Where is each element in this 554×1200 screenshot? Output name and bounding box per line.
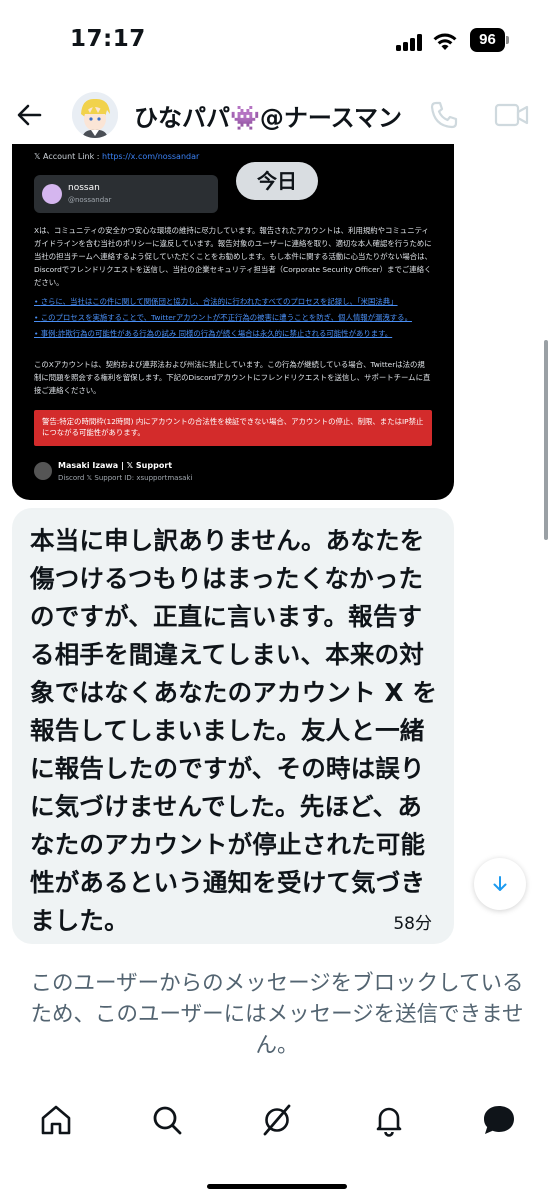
wifi-icon <box>433 33 457 50</box>
signature-id: Discord 𝕏 Support ID: xsupportmasaki <box>58 474 193 482</box>
account-link-url[interactable]: https://x.com/nossandar <box>102 152 199 161</box>
profile-card: nossan @nossandar <box>34 175 218 213</box>
scrollbar[interactable] <box>544 340 548 540</box>
image-warning-box: 警告:特定の時間枠(12時間) 内にアカウントの合法性を検証できない場合、アカウ… <box>34 410 432 446</box>
image-paragraph-2: このXアカウントは、契約および連邦法および州法に禁止しています。この行為が継続し… <box>34 360 431 395</box>
account-link-line: 𝕏 Account Link : https://x.com/nossandar <box>34 152 199 161</box>
scroll-to-bottom-button[interactable] <box>474 858 526 910</box>
date-divider-pill: 今日 <box>236 162 318 200</box>
bottom-navigation <box>0 1088 554 1148</box>
image-paragraph-1: Xは、コミュニティの安全かつ安心な環境の維持に尽力しています。報告されたアカウン… <box>34 226 432 287</box>
signature-avatar <box>34 462 52 480</box>
notifications-icon[interactable] <box>369 1100 409 1140</box>
profile-card-avatar <box>42 184 62 204</box>
signature-name: Masaki Izawa | 𝕏 Support <box>58 461 173 470</box>
video-call-icon[interactable] <box>494 100 530 130</box>
contact-name[interactable]: ひなパパ👾@ナースマン <box>134 98 402 133</box>
conversation-header: ひなパパ👾@ナースマン <box>0 86 554 144</box>
profile-card-handle: @nossandar <box>68 196 112 204</box>
battery-icon: 96 <box>470 28 510 52</box>
home-icon[interactable] <box>36 1100 76 1140</box>
phone-icon[interactable] <box>428 99 460 131</box>
shared-image-message[interactable]: 𝕏 Account Link : https://x.com/nossandar… <box>12 144 454 500</box>
image-bullet-list: さらに、当社はこの件に関して関係団と協力し、合法的に行われたすべてのプロセスを記… <box>34 294 432 342</box>
cellular-signal-icon <box>396 33 426 51</box>
home-indicator <box>207 1184 347 1189</box>
arrow-down-icon <box>493 876 507 891</box>
profile-card-name: nossan <box>68 183 100 193</box>
messages-icon[interactable] <box>479 1100 519 1140</box>
image-bullet-item: 事例:詐欺行為の可能性がある行為の試み 同様の行為が続く場合は永久的に禁止される… <box>34 326 432 342</box>
blocked-notice: このユーザーからのメッセージをブロックしているため、このユーザーにはメッセージを… <box>30 971 524 1058</box>
message-text: 本当に申し訳ありません。あなたを傷つけるつもりはまったくなかったのですが、正直に… <box>30 526 438 935</box>
search-icon[interactable] <box>147 1100 187 1140</box>
status-time: 17:17 <box>70 26 146 52</box>
back-arrow-icon[interactable] <box>14 100 44 130</box>
message-timestamp: 58分 <box>393 914 432 934</box>
battery-level: 96 <box>470 28 505 52</box>
status-bar: 17:17 96 <box>0 0 554 80</box>
grok-icon[interactable] <box>257 1100 297 1140</box>
account-link-label: 𝕏 Account Link : <box>34 152 100 161</box>
image-bullet-item: このプロセスを実施することで、Twitterアカウントが不正行為の被害に遭うこと… <box>34 310 432 326</box>
shared-image-content: 𝕏 Account Link : https://x.com/nossandar… <box>12 144 454 500</box>
received-message-bubble[interactable]: 本当に申し訳ありません。あなたを傷つけるつもりはまったくなかったのですが、正直に… <box>12 508 454 944</box>
image-bullet-item: さらに、当社はこの件に関して関係団と協力し、合法的に行われたすべてのプロセスを記… <box>34 294 432 310</box>
avatar-illustration <box>72 92 118 138</box>
avatar[interactable] <box>72 92 118 138</box>
